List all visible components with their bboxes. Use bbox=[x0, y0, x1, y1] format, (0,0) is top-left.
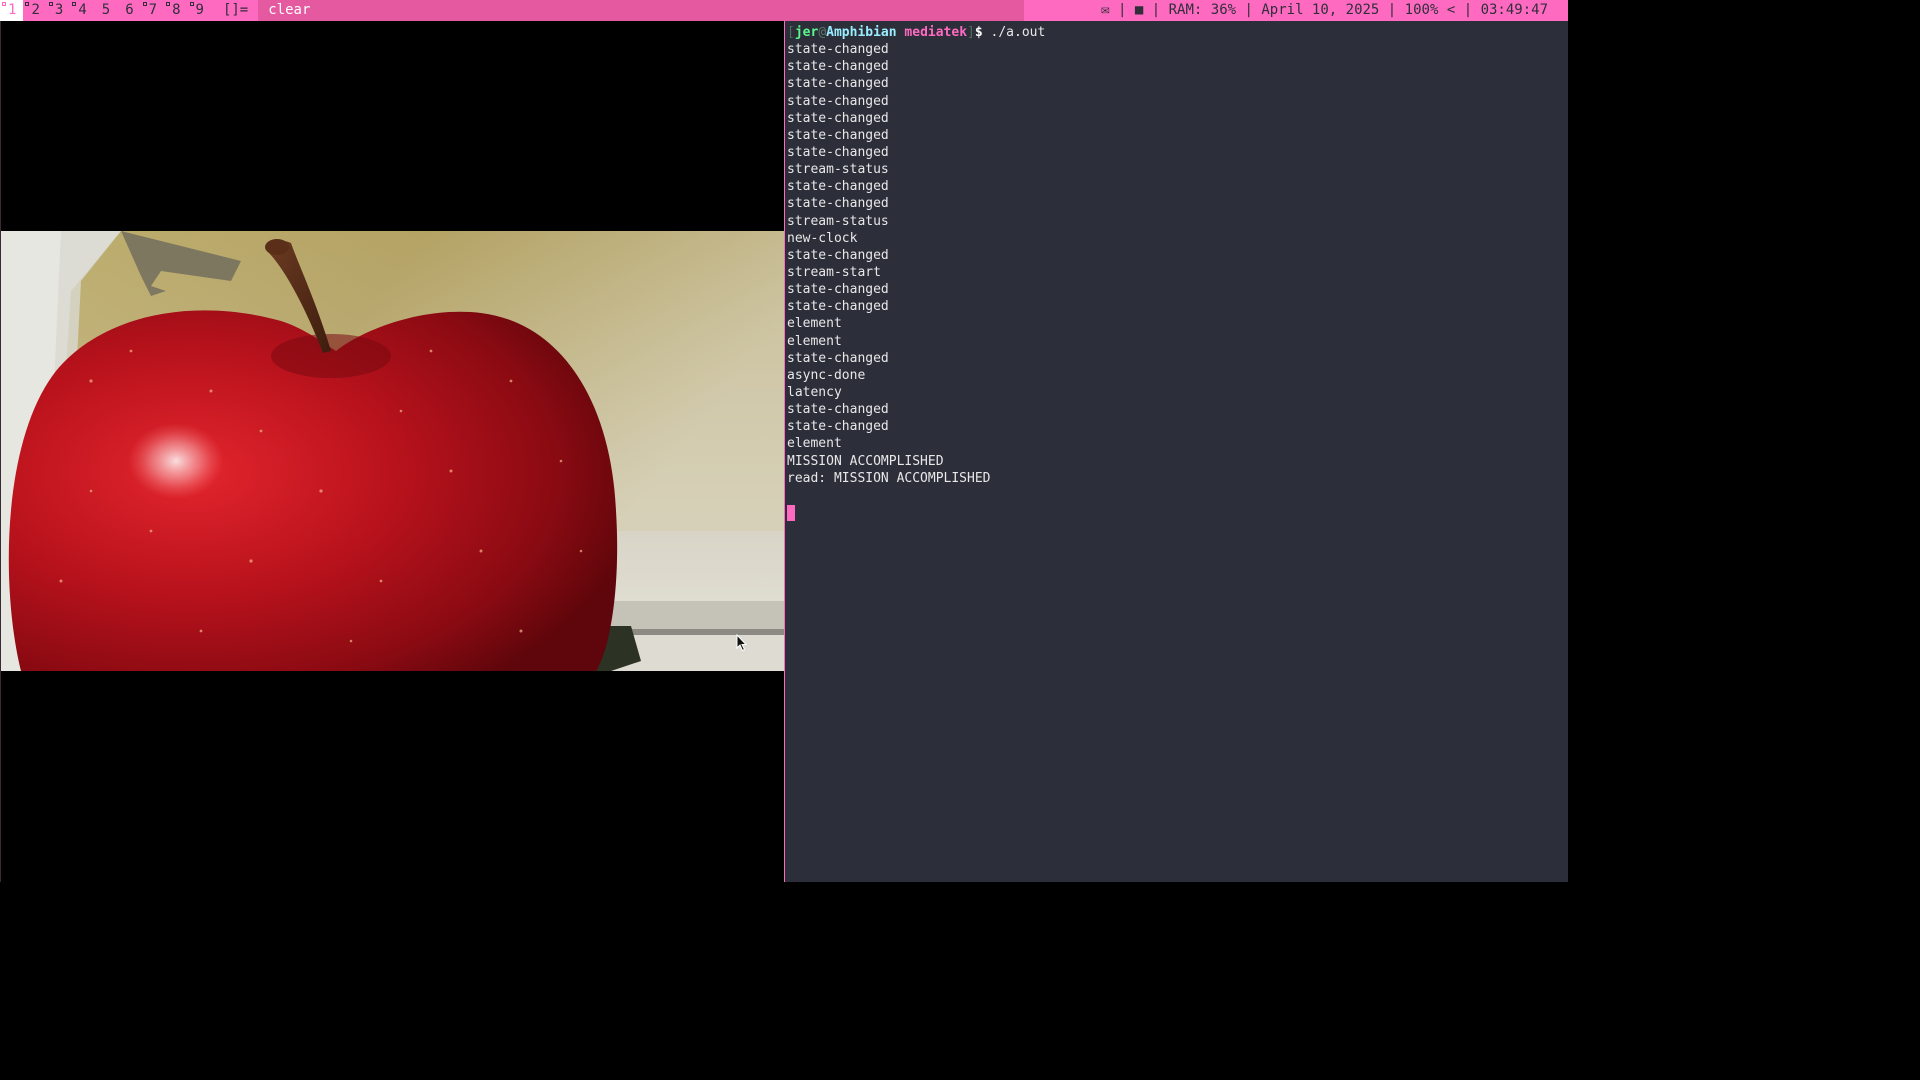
date-status: April 10, 2025 bbox=[1261, 2, 1380, 18]
workspace-tag-label: 2 bbox=[31, 2, 40, 18]
video-player-window[interactable] bbox=[0, 21, 784, 882]
workspace-tag-5[interactable]: 5 bbox=[94, 0, 117, 21]
terminal-output-line: latency bbox=[787, 384, 842, 400]
workspace-tag-label: 4 bbox=[78, 2, 87, 18]
stop-icon[interactable]: ■ bbox=[1135, 0, 1143, 21]
workspace-tag-8[interactable]: 8 bbox=[164, 0, 187, 21]
workspace-tag-label: 9 bbox=[195, 2, 204, 18]
prompt-at: @ bbox=[818, 25, 827, 40]
terminal-output: state-changed state-changed state-changed s… bbox=[787, 41, 1568, 504]
terminal-output-line: state-changed bbox=[787, 59, 889, 75]
prompt-host: Amphibian bbox=[826, 25, 897, 40]
workspace-tag-label: 8 bbox=[172, 2, 181, 18]
ram-status: RAM: 36% bbox=[1168, 2, 1237, 18]
occupied-indicator bbox=[72, 2, 77, 6]
prompt-command: ./a.out bbox=[990, 25, 1046, 40]
terminal-output-line: state-changed bbox=[787, 110, 889, 126]
terminal-output-line: state-changed bbox=[787, 350, 889, 366]
workspace-tag-2[interactable]: 2 bbox=[23, 0, 46, 21]
workspace-tag-label: 1 bbox=[8, 2, 17, 18]
separator bbox=[1438, 0, 1446, 21]
terminal-output-line: state-changed bbox=[787, 196, 889, 212]
workspace-tag-9[interactable]: 9 bbox=[188, 0, 211, 21]
layout-indicator[interactable]: []= bbox=[211, 0, 258, 21]
occupied-indicator bbox=[48, 2, 53, 6]
terminal-output-line: stream-status bbox=[787, 213, 889, 229]
terminal-output-line: state-changed bbox=[787, 93, 889, 109]
terminal-output-line: read: MISSION ACCOMPLISHED bbox=[787, 470, 991, 486]
workspace-tag-1[interactable]: 1 bbox=[0, 0, 24, 21]
occupied-indicator bbox=[2, 2, 6, 6]
occupied-indicator bbox=[189, 2, 194, 6]
occupied-indicator bbox=[142, 2, 147, 6]
prompt-user: jer bbox=[794, 25, 819, 40]
workspace-tag-label: 6 bbox=[125, 2, 134, 18]
terminal-window[interactable]: [jer@Amphibian mediatek]$ ./a.out state-… bbox=[784, 21, 1568, 882]
terminal-output-line: state-changed bbox=[787, 402, 889, 418]
terminal-output-line: element bbox=[787, 333, 842, 349]
terminal-output-line: async-done bbox=[787, 367, 866, 383]
focused-window-title: clear bbox=[258, 0, 1025, 21]
terminal-prompt-line: [jer@Amphibian mediatek]$ ./a.out bbox=[787, 24, 1568, 41]
terminal-output-line: state-changed bbox=[787, 144, 889, 160]
prompt-bracket-open: [ bbox=[787, 25, 795, 40]
volume-status[interactable]: 100% bbox=[1405, 0, 1439, 21]
terminal-output-line: state-changed bbox=[787, 127, 889, 143]
mouse-pointer-icon bbox=[736, 634, 748, 652]
terminal-output-line: new-clock bbox=[787, 230, 858, 246]
workspace-tag-4[interactable]: 4 bbox=[70, 0, 93, 21]
workspace-tag-7[interactable]: 7 bbox=[141, 0, 164, 21]
chevron-left-icon[interactable]: < bbox=[1447, 0, 1455, 21]
separator: | bbox=[1379, 2, 1405, 18]
terminal-output-line: element bbox=[787, 316, 842, 332]
terminal-output-line: stream-start bbox=[787, 264, 881, 280]
terminal-output-line: stream-status bbox=[787, 162, 889, 178]
terminal-output-line: state-changed bbox=[787, 419, 889, 435]
clock-status: 03:49:47 bbox=[1480, 2, 1548, 18]
terminal-output-line: state-changed bbox=[787, 179, 889, 195]
occupied-indicator bbox=[25, 2, 30, 6]
workspace-tags: 123456789 bbox=[0, 0, 211, 21]
separator: | bbox=[1455, 2, 1481, 18]
prompt-dollar: $ bbox=[974, 25, 983, 40]
prompt-bracket-close: ] bbox=[967, 25, 975, 40]
terminal-output-line: state-changed bbox=[787, 299, 889, 315]
workspace-tag-label: 5 bbox=[101, 2, 111, 18]
video-frame[interactable] bbox=[1, 231, 784, 671]
mail-icon[interactable]: ✉ bbox=[1101, 0, 1109, 21]
workspace-tag-6[interactable]: 6 bbox=[117, 0, 140, 21]
occupied-indicator bbox=[166, 2, 171, 6]
separator: | bbox=[1236, 2, 1262, 18]
status-area: ✉ | ■ | RAM: 36% | April 10, 2025 | 100%… bbox=[1101, 0, 1568, 21]
workspace-tag-label: 7 bbox=[148, 2, 158, 18]
terminal-output-line: state-changed bbox=[787, 42, 889, 58]
terminal-output-line: state-changed bbox=[787, 247, 889, 263]
separator: | bbox=[1143, 2, 1169, 18]
workspace-tag-3[interactable]: 3 bbox=[47, 0, 70, 21]
prompt-directory: mediatek bbox=[904, 25, 968, 40]
terminal-output-line: state-changed bbox=[787, 282, 889, 298]
terminal-cursor bbox=[787, 504, 795, 521]
terminal-output-line: state-changed bbox=[787, 76, 889, 92]
separator: | bbox=[1109, 2, 1135, 18]
top-bar: 123456789 []= clear ✉ | ■ | RAM: 36% | A… bbox=[0, 0, 1568, 21]
terminal-output-line: MISSION ACCOMPLISHED bbox=[787, 453, 944, 469]
terminal-output-line: element bbox=[787, 436, 842, 452]
workspace-tag-label: 3 bbox=[54, 2, 64, 18]
terminal-input-line[interactable] bbox=[787, 504, 1568, 521]
